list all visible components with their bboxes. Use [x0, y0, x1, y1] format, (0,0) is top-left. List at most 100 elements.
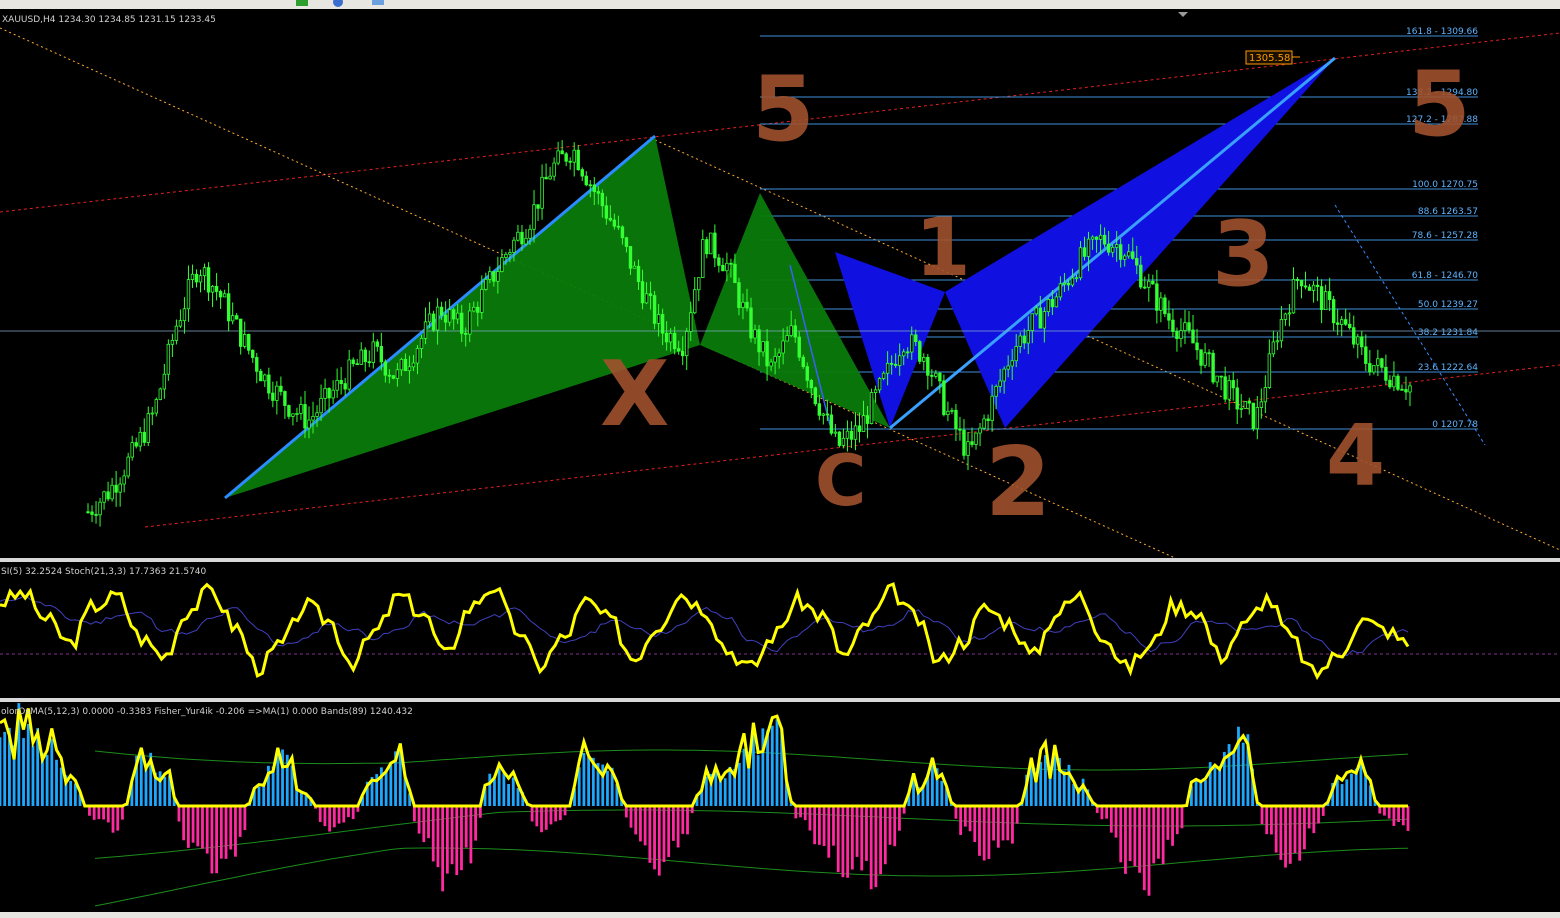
osma-bar — [855, 806, 859, 857]
osma-bar — [92, 806, 96, 820]
osma-bar — [992, 806, 996, 841]
osma-bar — [1345, 779, 1349, 806]
handwritten-label-1: 1 — [915, 201, 971, 294]
osma-bar — [558, 806, 562, 821]
osma-bar — [1284, 806, 1287, 868]
osma-bar — [869, 806, 873, 890]
osma-bar — [1039, 761, 1043, 806]
osma-bar — [606, 770, 609, 806]
osma-bar — [431, 806, 435, 862]
osma-bar — [1270, 806, 1273, 835]
osma-bar — [846, 806, 850, 878]
osma-bar — [196, 806, 200, 847]
osma-panel-label: olorOsMA(5,12,3) 0.0000 -0.3383 Fisher_Y… — [1, 707, 413, 717]
osma-bar — [968, 806, 972, 832]
osma-bar — [879, 806, 882, 875]
osma-bar — [827, 806, 831, 858]
candle — [652, 290, 657, 330]
osma-bar — [191, 806, 195, 843]
osma-bar — [1044, 755, 1047, 806]
osma-bar — [676, 806, 680, 848]
osma-bar — [1298, 806, 1302, 861]
osma-bar — [1029, 766, 1033, 806]
osma-bar — [111, 806, 115, 833]
osma-bar — [657, 806, 661, 876]
candle — [1243, 400, 1247, 409]
symbol-info: XAUUSD,H4 1234.30 1234.85 1231.15 1233.4… — [2, 15, 216, 25]
osma-bar — [116, 806, 120, 831]
osma-bar — [954, 806, 958, 819]
osma-bar — [511, 777, 515, 806]
osma-bar — [31, 745, 35, 806]
handwritten-label-c: C — [815, 440, 866, 522]
osma-bar — [850, 806, 854, 870]
osma-bar — [507, 784, 510, 806]
osma-bar — [1152, 806, 1156, 864]
osma-bar — [1218, 766, 1222, 806]
fib-level-label: 61.8 - 1246.70 — [1412, 271, 1478, 281]
osma-bar — [460, 806, 463, 871]
osma-bar — [1124, 806, 1127, 874]
osma-bar — [799, 806, 802, 818]
osma-bar — [474, 806, 478, 841]
handwritten-label-3: 3 — [1212, 202, 1275, 307]
osma-bar — [874, 806, 878, 888]
osma-bar — [634, 806, 638, 835]
osma-bar — [257, 786, 261, 806]
osma-bar — [384, 771, 388, 806]
fib-level-label: 23.6 1222.64 — [1418, 363, 1478, 373]
osma-bar — [1397, 806, 1400, 822]
osma-bar — [186, 806, 190, 848]
osma-bar — [26, 723, 30, 806]
osma-bar — [1401, 806, 1405, 826]
panel-separator-2[interactable] — [0, 698, 1560, 702]
fib-level-label: 78.6 - 1257.28 — [1412, 231, 1478, 241]
osma-bar — [342, 806, 346, 823]
handwritten-label-5-left: 5 — [752, 57, 815, 162]
osma-bar — [1274, 806, 1278, 853]
osma-bar — [898, 806, 901, 831]
osma-bar — [648, 806, 652, 863]
osma-bar — [1204, 780, 1207, 806]
osma-bar — [0, 737, 2, 806]
osma-bar — [22, 738, 25, 806]
osma-bar — [1015, 806, 1019, 824]
fib-level-label: 161.8 - 1309.66 — [1406, 27, 1478, 37]
osma-bar — [803, 806, 807, 821]
panel-separator-1[interactable] — [0, 558, 1560, 562]
osma-bar — [351, 806, 355, 820]
osma-bar — [535, 806, 539, 827]
osma-bar — [478, 806, 482, 818]
osma-bar — [1109, 806, 1113, 833]
price-tag: 1305.58 — [1245, 50, 1300, 65]
osma-bar — [464, 806, 468, 848]
candle — [869, 388, 874, 425]
osma-bar — [1350, 773, 1353, 806]
osma-bar — [1232, 751, 1236, 806]
osma-bar — [940, 780, 944, 806]
osma-bar — [234, 806, 237, 857]
osma-bar — [1213, 767, 1217, 806]
osma-bar — [1161, 806, 1165, 865]
osma-bar — [554, 806, 558, 822]
osma-bar — [455, 806, 459, 876]
osma-bar — [1128, 806, 1132, 862]
osma-bar — [201, 806, 204, 849]
osma-bar — [737, 762, 741, 806]
osma-bar — [1340, 784, 1344, 806]
osma-bar — [987, 806, 991, 859]
osma-bar — [671, 806, 675, 841]
osma-panel: olorOsMA(5,12,3) 0.0000 -0.3383 Fisher_Y… — [0, 702, 1560, 918]
osma-bar — [182, 806, 186, 841]
osma-bar — [177, 806, 181, 822]
osma-bar — [1006, 806, 1010, 841]
osma-bar — [224, 806, 228, 859]
osma-bar — [1138, 806, 1141, 873]
toolbar-icon-doc[interactable] — [372, 0, 384, 5]
osma-bar — [959, 806, 963, 835]
osma-bar — [1265, 806, 1269, 835]
osma-bar — [530, 806, 534, 822]
osma-bar — [982, 806, 986, 861]
toolbar-icon-add[interactable] — [296, 0, 308, 6]
osma-bar — [69, 780, 73, 806]
